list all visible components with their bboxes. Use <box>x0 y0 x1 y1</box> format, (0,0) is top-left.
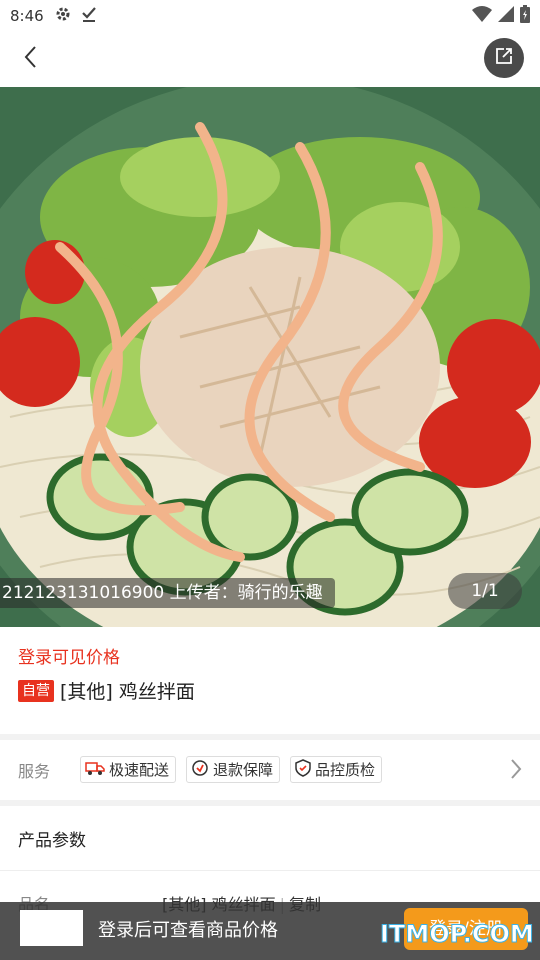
back-button[interactable] <box>16 44 46 74</box>
product-info: 登录可见价格 自营 [其他] 鸡丝拌面 <box>0 627 540 734</box>
params-title: 产品参数 <box>18 831 86 851</box>
wifi-icon <box>472 6 492 26</box>
signal-icon <box>498 6 514 26</box>
watermark-brand-c: .COM <box>462 920 534 949</box>
service-tag-refund: 退款保障 <box>186 756 281 783</box>
service-tag-delivery: 极速配送 <box>80 756 177 783</box>
top-nav <box>0 32 540 87</box>
self-operated-badge: 自营 <box>18 679 54 702</box>
share-icon <box>494 46 514 70</box>
watermark-brand-b: MOP <box>405 920 463 949</box>
login-to-see-price[interactable]: 登录可见价格 <box>18 643 120 668</box>
service-label: 服务 <box>18 762 51 781</box>
product-title: [其他] 鸡丝拌面 <box>60 681 195 703</box>
battery-icon <box>520 5 530 27</box>
service-tags: 极速配送 退款保障 品控质检 <box>80 756 383 783</box>
params-header: 产品参数 <box>0 806 540 870</box>
image-page-indicator: 1/1 <box>448 573 522 609</box>
service-tag-quality: 品控质检 <box>290 756 383 783</box>
status-icons-right <box>472 5 530 27</box>
gear-icon <box>54 5 72 27</box>
share-button[interactable] <box>484 38 524 78</box>
status-bar: 8:46 <box>0 0 540 32</box>
service-row[interactable]: 服务 极速配送 退款保障 品控质检 <box>0 740 540 800</box>
chevron-left-icon <box>23 45 39 73</box>
bottom-bar-text: 登录后可查看商品价格 <box>98 920 278 941</box>
service-tag-label: 极速配送 <box>109 761 170 779</box>
shield-check-icon <box>295 758 311 781</box>
download-done-icon <box>80 5 98 27</box>
bottom-bar-logo <box>20 910 83 946</box>
salad-illustration <box>0 87 540 627</box>
refund-icon <box>191 759 209 781</box>
product-title-row: 自营 [其他] 鸡丝拌面 <box>18 677 195 704</box>
status-time: 8:46 <box>10 7 44 25</box>
delivery-truck-icon <box>85 760 105 780</box>
service-tag-label: 退款保障 <box>213 761 274 779</box>
site-watermark: ITMOP.COM <box>379 920 534 949</box>
chevron-right-icon <box>510 758 522 784</box>
product-image[interactable] <box>0 87 540 627</box>
image-caption: 212123131016900 上传者：骑行的乐趣 <box>0 578 335 608</box>
service-tag-label: 品控质检 <box>315 761 376 779</box>
status-icons-left <box>54 5 98 27</box>
watermark-brand-a: IT <box>379 920 406 949</box>
